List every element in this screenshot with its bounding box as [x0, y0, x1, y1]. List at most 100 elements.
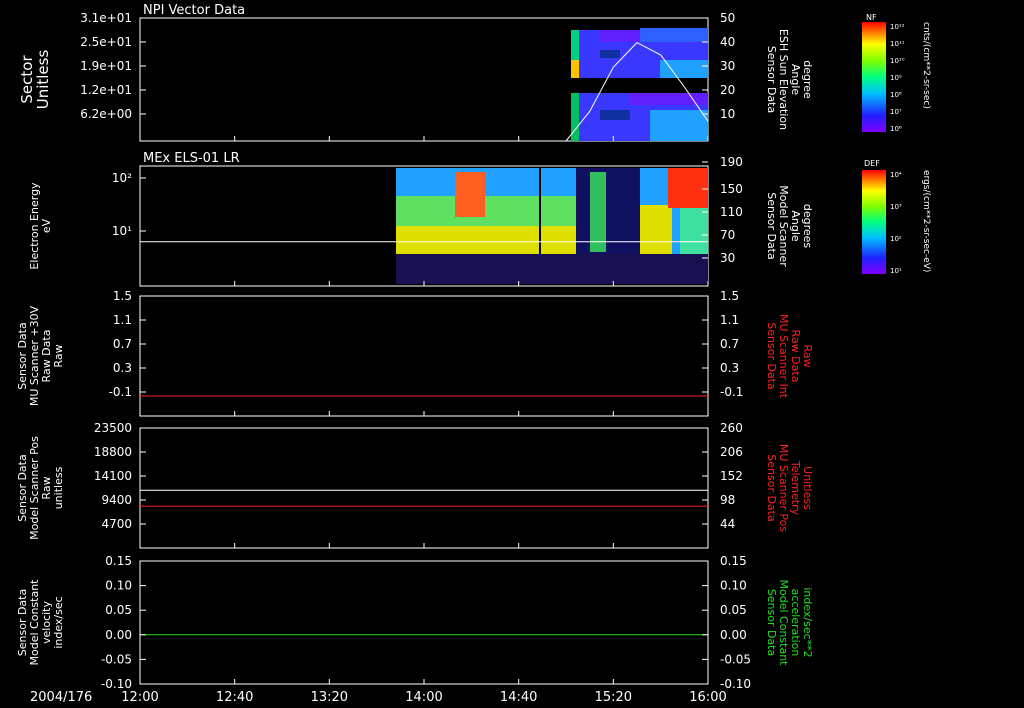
right-axis-label: acceleration — [789, 589, 802, 657]
y-tick-label-left: 4700 — [101, 517, 132, 531]
y-tick-label-right: 10 — [720, 107, 735, 121]
y-tick-label-right: 0.05 — [720, 603, 747, 617]
y-tick-label-right: 0.3 — [720, 361, 739, 375]
colorbar-tick-label: 10⁷ — [890, 108, 902, 116]
colorbar-tag-def: DEF — [864, 159, 880, 168]
y-tick-label-right: 1.5 — [720, 289, 739, 303]
y-tick-label-right: -0.10 — [720, 677, 751, 691]
y-tick-label-right: 30 — [720, 251, 735, 265]
right-axis-label: Sensor Data — [765, 322, 778, 389]
right-axis-label: Angle — [789, 210, 802, 242]
left-axis-label: unitless — [52, 466, 65, 509]
panel-title-0: NPI Vector Data — [143, 3, 245, 18]
y-tick-label-right: 20 — [720, 83, 735, 97]
y-tick-label-left: 10¹ — [112, 224, 132, 238]
y-tick-label-right: 0.7 — [720, 337, 739, 351]
y-tick-label-left: 0.05 — [105, 603, 132, 617]
time-tick-label: 16:00 — [689, 690, 726, 705]
y-tick-label-right: 260 — [720, 421, 743, 435]
right-axis-label: Sensor Data — [765, 46, 778, 113]
y-tick-label-right: 30 — [720, 59, 735, 73]
right-axis-label: MU Scanner Int — [777, 314, 790, 399]
time-tick-label: 12:00 — [121, 690, 158, 705]
y-tick-label-left: 2.5e+01 — [80, 35, 132, 49]
y-tick-label-left: 0.15 — [105, 554, 132, 568]
time-tick-label: 12:40 — [216, 690, 253, 705]
y-tick-label-right: 70 — [720, 228, 735, 242]
colorbar-tick-label: 10² — [890, 235, 902, 243]
y-tick-label-left: 23500 — [94, 421, 132, 435]
right-axis-label: Sensor Data — [765, 192, 778, 259]
right-axis-label: Model Scanner — [777, 185, 790, 267]
y-tick-label-left: 0.3 — [113, 361, 132, 375]
y-tick-label-left: 1.5 — [113, 289, 132, 303]
y-tick-label-left: 0.7 — [113, 337, 132, 351]
y-tick-label-left: 6.2e+00 — [80, 107, 132, 121]
y-tick-label-right: 152 — [720, 469, 743, 483]
right-axis-label: Angle — [789, 64, 802, 96]
right-axis-label: ESH Sun Elevation — [777, 29, 790, 130]
y-tick-label-right: 98 — [720, 493, 735, 507]
right-axis-label: Telemetry — [789, 460, 802, 516]
colorbar-tick-label: 10⁸ — [890, 91, 902, 99]
y-tick-label-right: 0.00 — [720, 628, 747, 642]
y-tick-label-right: 44 — [720, 517, 735, 531]
y-tick-label-right: 206 — [720, 445, 743, 459]
colorbar-units-def: ergs/(cm**2-sr-sec-eV) — [921, 170, 931, 272]
time-tick-label: 15:20 — [595, 690, 632, 705]
y-tick-label-left: 3.1e+01 — [80, 11, 132, 25]
y-tick-label-left: -0.1 — [109, 385, 132, 399]
panel-title-1: MEx ELS-01 LR — [143, 151, 240, 166]
colorbar-tick-label: 10¹ — [890, 267, 902, 275]
colorbar-tick-label: 10¹⁰ — [890, 57, 905, 65]
right-axis-label: Sensor Data — [765, 454, 778, 521]
colorbar-tick-label: 10⁴ — [890, 171, 902, 179]
y-tick-label-left: 1.2e+01 — [80, 83, 132, 97]
right-axis-label: index/sec**2 — [801, 587, 814, 657]
els-spectrogram — [396, 168, 708, 284]
y-tick-label-right: 190 — [720, 155, 743, 169]
colorbar-tag-nf: NF — [866, 13, 877, 22]
time-tick-label: 14:40 — [500, 690, 537, 705]
y-tick-label-right: -0.05 — [720, 652, 751, 666]
right-axis-label: degree — [801, 60, 814, 99]
y-tick-label-right: 150 — [720, 182, 743, 196]
multi-panel-plot: NPI Vector Data MEx ELS-01 LR 12:00 12:40… — [16, 3, 931, 705]
right-axis-label: Raw Data — [789, 330, 802, 383]
colorbar-nf — [862, 22, 886, 132]
y-tick-label-right: 0.15 — [720, 554, 747, 568]
y-tick-label-right: 40 — [720, 35, 735, 49]
colorbar-def — [862, 170, 886, 274]
left-axis-label: index/sec — [52, 596, 65, 648]
y-tick-label-right: 50 — [720, 11, 735, 25]
right-axis-label: degrees — [801, 204, 814, 249]
y-tick-label-left: -0.05 — [101, 652, 132, 666]
left-axis-label: Raw — [52, 344, 65, 367]
colorbar-tick-label: 10⁶ — [890, 125, 902, 133]
right-axis-label: Model Constant — [777, 580, 790, 667]
y-tick-label-right: 110 — [720, 205, 743, 219]
y-tick-label-left: 18800 — [94, 445, 132, 459]
y-tick-label-left: 9400 — [101, 493, 132, 507]
colorbar-tick-label: 10¹² — [890, 23, 905, 31]
colorbar-tick-label: 10¹¹ — [890, 40, 905, 48]
y-tick-label-left: 1.1 — [113, 313, 132, 327]
panel-frame-4 — [139, 560, 709, 685]
right-axis-label: Unitless — [801, 466, 814, 510]
colorbar-units-nf: cnts/(cm**2-sr-sec) — [921, 22, 931, 109]
y-tick-label-left: 1.9e+01 — [80, 59, 132, 73]
y-tick-label-left: 14100 — [94, 469, 132, 483]
y-tick-label-left: 0.00 — [105, 628, 132, 642]
y-tick-label-right: 0.10 — [720, 579, 747, 593]
y-tick-label-right: -0.1 — [720, 385, 743, 399]
panel-frame-3 — [139, 427, 709, 549]
left-axis-label: eV — [40, 218, 53, 233]
colorbar-tick-label: 10³ — [890, 203, 902, 211]
colorbar-tick-label: 10⁹ — [890, 74, 902, 82]
panel-frame-2 — [139, 295, 709, 417]
y-tick-label-left: -0.10 — [101, 677, 132, 691]
y-tick-label-left: 0.10 — [105, 579, 132, 593]
y-tick-label-right: 1.1 — [720, 313, 739, 327]
right-axis-label: Sensor Data — [765, 589, 778, 656]
left-axis-label: Unitless — [34, 50, 52, 110]
